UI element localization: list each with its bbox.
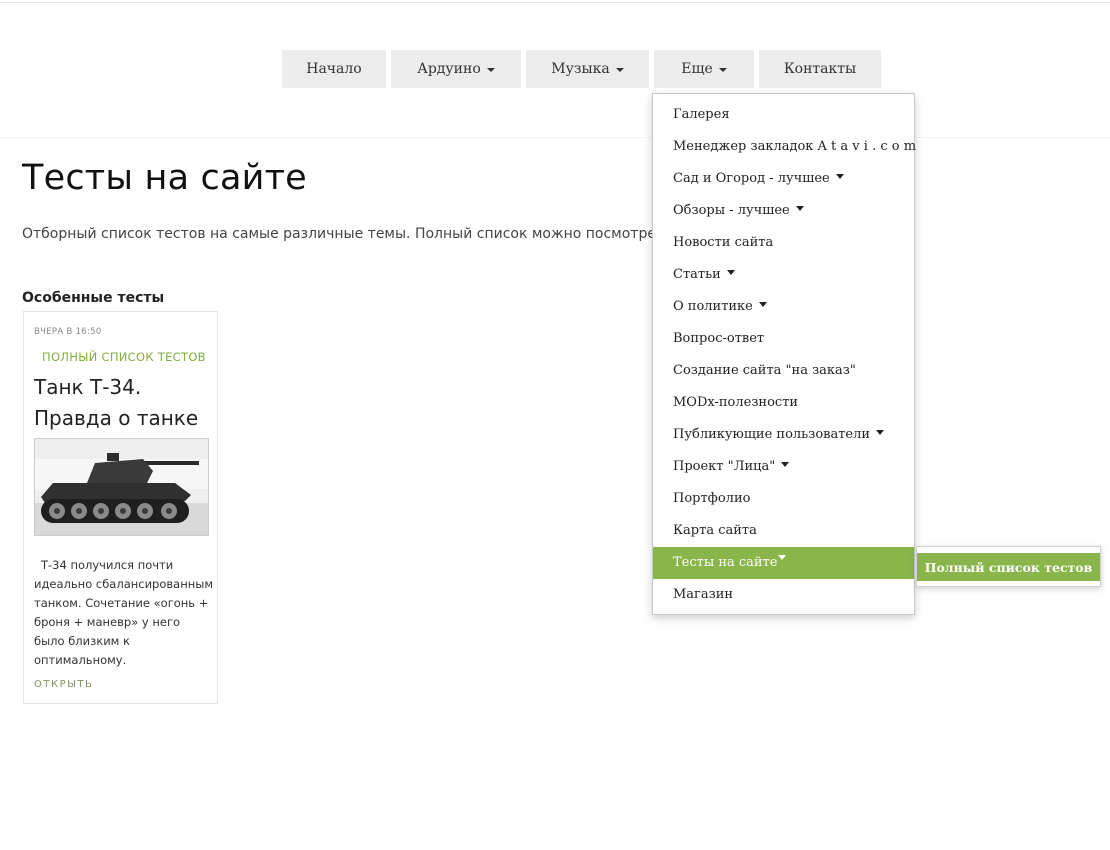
more-dropdown-menu: Галерея Менеджер закладок A t a v i . c … <box>652 93 917 615</box>
caret-down-icon <box>758 302 767 307</box>
dropdown-item-faq[interactable]: Вопрос-ответ <box>653 323 914 355</box>
caret-down-icon <box>795 206 804 211</box>
test-card: ВЧЕРА В 16:50 ПОЛНЫЙ СПИСОК ТЕСТОВ Танк … <box>23 311 218 704</box>
dropdown-item-label: Новости сайта <box>673 235 774 250</box>
nav-item-label: Начало <box>306 61 362 77</box>
dropdown-item-shop[interactable]: Магазин <box>653 579 914 611</box>
submenu-item-full-list[interactable]: Полный список тестов <box>917 553 1100 581</box>
section-title: Особенные тесты <box>22 290 165 306</box>
caret-down-icon <box>718 67 727 72</box>
dropdown-item-portfolio[interactable]: Портфолио <box>653 483 914 515</box>
nav-item-contacts[interactable]: Контакты <box>759 50 881 88</box>
dropdown-item-news[interactable]: Новости сайта <box>653 227 914 259</box>
nav-item-more[interactable]: Еще <box>654 50 754 88</box>
caret-down-icon <box>486 67 495 72</box>
top-border <box>0 2 1110 3</box>
caret-down-icon <box>876 430 885 435</box>
nav-item-music[interactable]: Музыка <box>526 50 649 88</box>
dropdown-item-bookmarks[interactable]: Менеджер закладок A t a v i . c o m <box>653 131 917 163</box>
card-date: ВЧЕРА В 16:50 <box>34 327 102 337</box>
nav-item-label: Ардуино <box>417 61 481 77</box>
dropdown-item-reviews[interactable]: Обзоры - лучшее <box>653 195 914 227</box>
dropdown-item-publishers[interactable]: Публикующие пользователи <box>653 419 914 451</box>
card-excerpt: Т-34 получился почти идеально сбалансиро… <box>34 558 214 667</box>
dropdown-item-label: Магазин <box>673 587 734 602</box>
tank-image[interactable] <box>34 438 209 536</box>
dropdown-item-label: Тесты на сайте <box>673 555 778 570</box>
dropdown-item-label: Портфолио <box>673 491 751 506</box>
dropdown-item-label: Создание сайта "на заказ" <box>673 363 856 378</box>
dropdown-item-label: Вопрос-ответ <box>673 331 765 346</box>
page-title: Тесты на сайте <box>22 158 307 198</box>
nav-item-label: Контакты <box>783 61 857 77</box>
dropdown-item-garden[interactable]: Сад и Огород - лучшее <box>653 163 914 195</box>
dropdown-item-sitemap[interactable]: Карта сайта <box>653 515 914 547</box>
card-title[interactable]: Танк Т-34. Правда о танке <box>34 372 214 434</box>
dropdown-item-articles[interactable]: Статьи <box>653 259 914 291</box>
dropdown-item-label: MODx-полезности <box>673 395 799 410</box>
tank-photo-icon <box>35 439 208 535</box>
dropdown-item-tests[interactable]: Тесты на сайте <box>653 547 914 579</box>
caret-down-icon <box>615 67 624 72</box>
card-open-link[interactable]: ОТКРЫТЬ <box>34 679 93 690</box>
intro-text: Отборный список тестов на самые различны… <box>22 226 656 242</box>
caret-down-icon <box>726 270 735 275</box>
dropdown-item-label: Проект "Лица" <box>673 459 776 474</box>
dropdown-item-label: Менеджер закладок A t a v i . c o m <box>673 139 917 154</box>
nav-item-label: Музыка <box>551 61 610 77</box>
nav-item-label: Еще <box>681 61 713 77</box>
dropdown-item-modx[interactable]: MODx-полезности <box>653 387 914 419</box>
dropdown-item-label: Обзоры - лучшее <box>673 203 790 218</box>
caret-down-icon <box>781 462 790 467</box>
dropdown-item-label: Публикующие пользователи <box>673 427 871 442</box>
card-category-link[interactable]: ПОЛНЫЙ СПИСОК ТЕСТОВ <box>42 350 206 364</box>
caret-down-icon <box>835 174 844 179</box>
tests-submenu: Полный список тестов <box>916 546 1101 587</box>
dropdown-item-label: О политике <box>673 299 753 314</box>
dropdown-item-politics[interactable]: О политике <box>653 291 914 323</box>
dropdown-item-label: Статьи <box>673 267 721 282</box>
dropdown-item-faces[interactable]: Проект "Лица" <box>653 451 914 483</box>
dropdown-item-label: Карта сайта <box>673 523 757 538</box>
caret-down-icon <box>778 555 787 560</box>
dropdown-item-gallery[interactable]: Галерея <box>653 99 914 131</box>
dropdown-item-label: Сад и Огород - лучшее <box>673 171 830 186</box>
nav-item-arduino[interactable]: Ардуино <box>391 50 521 88</box>
dropdown-item-site-order[interactable]: Создание сайта "на заказ" <box>653 355 914 387</box>
dropdown-item-label: Галерея <box>673 107 730 122</box>
main-nav: Начало Ардуино Музыка Еще Контакты <box>0 50 1110 88</box>
header-divider <box>0 137 1110 138</box>
nav-item-home[interactable]: Начало <box>282 50 386 88</box>
